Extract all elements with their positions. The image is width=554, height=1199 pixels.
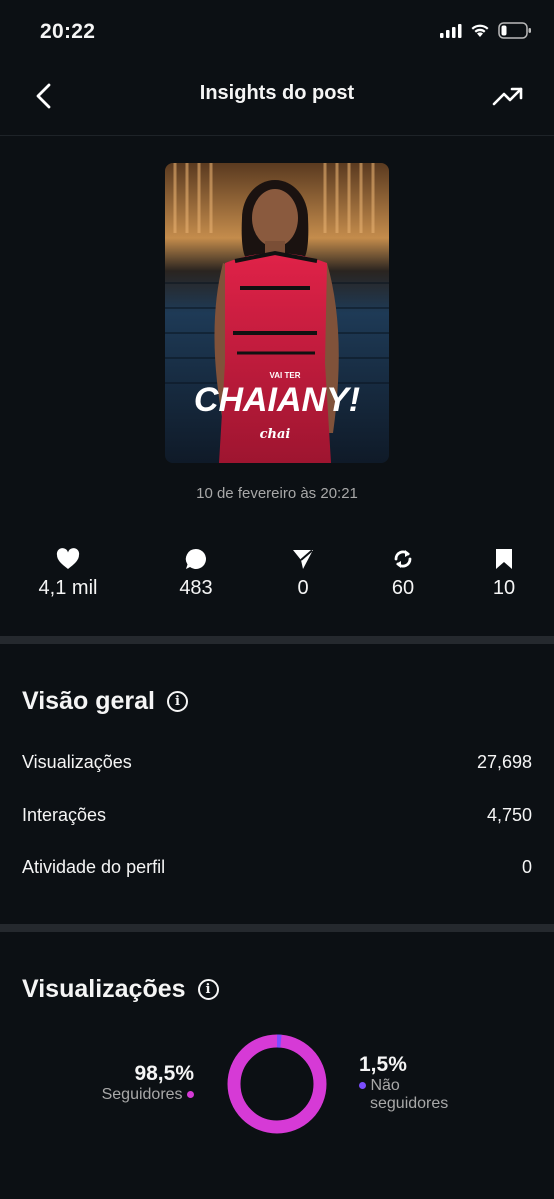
- followers-legend: 98,5% Seguidores: [102, 1062, 194, 1104]
- status-icons: [440, 22, 532, 39]
- post-date: 10 de fevereiro às 20:21: [196, 485, 358, 502]
- row-label: Atividade do perfil: [22, 857, 166, 877]
- row-value: 0: [521, 857, 532, 877]
- row-label: Visualizações: [22, 752, 132, 772]
- info-icon[interactable]: i: [166, 691, 188, 712]
- non-followers-label: Não: [370, 1077, 400, 1094]
- non-followers-percent: 1,5%: [359, 1053, 407, 1076]
- share-icon: [293, 549, 313, 569]
- info-icon[interactable]: i: [197, 979, 219, 1000]
- post-thumbnail[interactable]: VAI TER CHAIANY! chai: [165, 163, 389, 463]
- status-time: 20:22: [40, 20, 96, 43]
- overview-row-interactions[interactable]: Interações 4,750: [22, 805, 532, 826]
- status-bar: 20:22: [0, 0, 554, 66]
- stat-comments: 483: [146, 545, 246, 600]
- thumbnail-small-text: VAI TER: [270, 371, 301, 380]
- thumbnail-big-text: CHAIANY!: [194, 381, 360, 419]
- donut-followers-arc: [227, 1034, 327, 1134]
- views-title-text: Visualizações: [22, 975, 186, 1003]
- stat-shares-value: 0: [297, 577, 309, 599]
- row-label: Interações: [22, 805, 107, 825]
- trend-button[interactable]: [488, 78, 528, 114]
- stat-reposts-value: 60: [391, 577, 415, 599]
- stat-reposts: 60: [353, 545, 453, 600]
- followers-label: Seguidores: [101, 1086, 183, 1103]
- section-divider: [0, 924, 554, 932]
- stat-comments-value: 483: [179, 577, 213, 599]
- page-title: Insights do post: [199, 82, 355, 104]
- non-followers-dot: [359, 1082, 366, 1090]
- followers-dot: [187, 1091, 194, 1099]
- thumbnail-logo: chai: [260, 427, 291, 442]
- overview-title: Visão geral i: [22, 687, 188, 716]
- comment-icon: [185, 548, 206, 569]
- bookmark-icon: [496, 549, 512, 569]
- views-donut-chart: [226, 1033, 328, 1135]
- non-followers-label-2: seguidores: [370, 1095, 449, 1112]
- overview-row-profile-activity[interactable]: Atividade do perfil 0: [22, 857, 532, 878]
- views-title: Visualizações i: [22, 975, 219, 1004]
- overview-title-text: Visão geral: [22, 687, 155, 715]
- heart-icon: [56, 548, 80, 569]
- trending-up-icon: [492, 87, 523, 106]
- stat-likes: 4,1 mil: [18, 545, 118, 600]
- stats-row: 4,1 mil 483 0 60 10: [0, 545, 554, 615]
- stat-likes-value: 4,1 mil: [38, 577, 98, 599]
- donut-svg: [227, 1034, 327, 1134]
- overview-row-views: Visualizações 27,698: [22, 752, 532, 773]
- stat-saves-value: 10: [492, 577, 516, 599]
- row-value: 4,750: [486, 805, 532, 825]
- stat-shares: 0: [253, 545, 353, 600]
- row-value: 27,698: [476, 752, 532, 772]
- header: Insights do post: [0, 66, 554, 136]
- repost-icon: [394, 550, 412, 568]
- signal-icon: [440, 23, 462, 38]
- followers-percent: 98,5%: [134, 1062, 194, 1085]
- stat-saves: 10: [454, 545, 554, 600]
- section-divider: [0, 636, 554, 644]
- battery-icon: [498, 22, 531, 39]
- wifi-icon: [471, 24, 489, 37]
- post-image: VAI TER CHAIANY! chai: [165, 163, 389, 463]
- non-followers-legend: 1,5% Não seguidores: [359, 1053, 448, 1113]
